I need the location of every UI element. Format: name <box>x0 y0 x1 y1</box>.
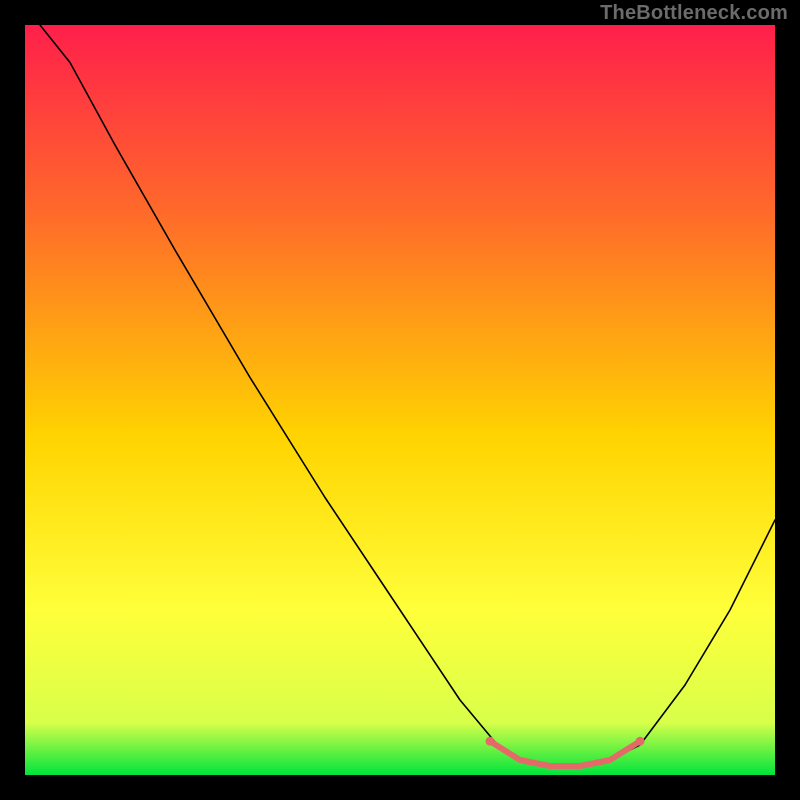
marker-point <box>486 737 495 746</box>
chart-stage: TheBottleneck.com <box>0 0 800 800</box>
gradient-background <box>25 25 775 775</box>
watermark-text: TheBottleneck.com <box>600 2 788 25</box>
plot-area <box>25 25 775 775</box>
marker-point <box>636 737 645 746</box>
chart-svg <box>25 25 775 775</box>
